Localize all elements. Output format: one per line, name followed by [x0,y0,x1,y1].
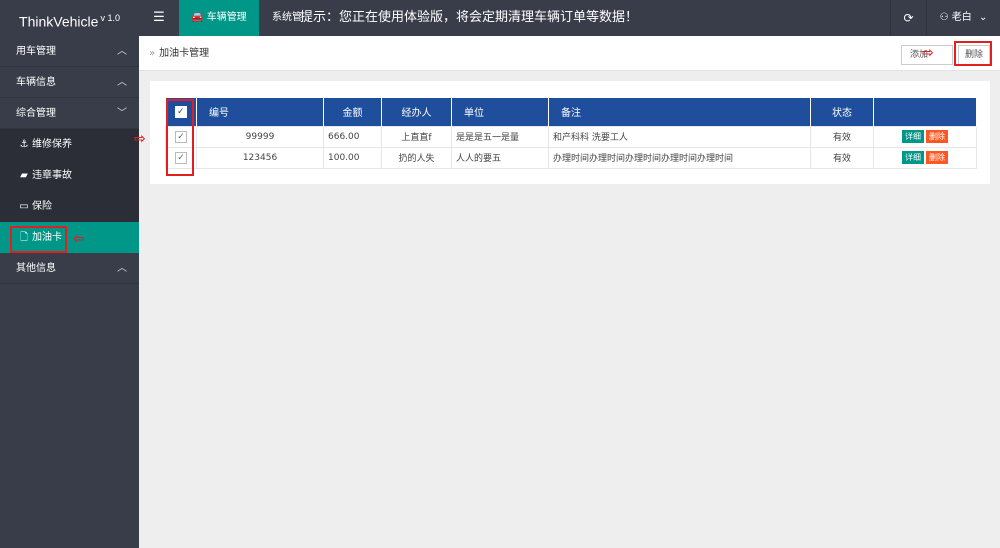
sidebar: 用车管理 ︿ 车辆信息 ︿ 综合管理 ﹀ ⚓ 维修保养 ▰ 违章事故 ▭ 保险 🗋 加油… [0,36,139,548]
sidebar-group-label: 综合管理 [16,108,56,119]
top-bar: ThinkVehicle v 1.0 ☰ 🚘 车辆管理 系统管 提示：您正在使用体验… [0,0,1000,36]
table-row: ✓ 123456 100.00 扔的人失 人人的要五 办理时间办理时间办理时间办… [165,146,977,169]
brand-logo[interactable]: ThinkVehicle v 1.0 [0,0,139,36]
sidebar-group-label: 用车管理 [16,46,56,57]
sidebar-group-other[interactable]: 其他信息 ︿ [0,253,139,284]
sidebar-item-insurance[interactable]: ▭ 保险 [0,191,139,222]
annotation-box-checkboxes [166,99,194,176]
refresh-icon[interactable]: ⟳ [890,0,926,36]
annotation-arrow-fuel-card: ⇦ [73,231,85,247]
tab-vehicle-management[interactable]: 🚘 车辆管理 [179,0,259,36]
breadcrumb-bar: » 加油卡管理 添加 删除 [139,36,1000,71]
header-status: 状态 [810,98,874,126]
anchor-icon: ⚓ [19,139,29,150]
table-row: ✓ 99999 666.00 上直直f 是是是五一是量 和产科科 洗要工人 有效… [165,125,977,148]
brand-version: v 1.0 [100,13,120,23]
table-header-row: ✓ 编号 金额 经办人 单位 备注 状态 [165,98,977,126]
sidebar-group-label: 车辆信息 [16,77,56,88]
sidebar-group-general[interactable]: 综合管理 ﹀ [0,98,139,129]
notice-text: 提示：您正在使用体验版，将会定期清理车辆订单等数据！ [300,10,639,25]
cell-actions: 详细 删除 [873,146,977,169]
cell-unit: 是是是五一是量 [451,125,549,148]
user-name: 老白 [951,12,972,23]
breadcrumb: » 加油卡管理 [149,36,209,71]
fuel-card-table: ✓ 编号 金额 经办人 单位 备注 状态 ✓ 99999 666.00 上直直f… [165,98,977,169]
cell-handler: 上直直f [381,125,452,148]
cell-status: 有效 [810,125,874,148]
sidebar-item-violations[interactable]: ▰ 违章事故 [0,160,139,191]
header-amount: 金额 [323,98,382,126]
header-remark: 备注 [548,98,811,126]
cell-status: 有效 [810,146,874,169]
main-content: » 加油卡管理 添加 删除 ✓ 编号 金额 经办人 单位 备注 状态 ✓ 999… [139,36,1000,548]
sidebar-group-car-use[interactable]: 用车管理 ︿ [0,36,139,67]
cell-amount: 666.00 [323,125,382,148]
detail-button[interactable]: 详细 [902,151,924,164]
sidebar-item-label: 保险 [32,201,52,212]
brand-name: ThinkVehicle [19,13,99,30]
header-actions [873,98,977,126]
detail-button[interactable]: 详细 [902,130,924,143]
annotation-arrow-delete: ⇨ [922,45,934,61]
fuel-card-panel: ✓ 编号 金额 经办人 单位 备注 状态 ✓ 99999 666.00 上直直f… [150,81,990,184]
cell-remark: 办理时间办理时间办理时间办理时间办理时间 [548,146,811,169]
car-icon: ▰ [20,170,28,181]
chevron-up-icon: ︿ [117,77,127,88]
sidebar-item-label: 维修保养 [32,139,72,150]
cell-amount: 100.00 [323,146,382,169]
header-id: 编号 [196,98,324,126]
annotation-box-delete [954,41,992,66]
cell-remark: 和产科科 洗要工人 [548,125,811,148]
row-delete-button[interactable]: 删除 [926,130,948,143]
annotation-box-fuel-card [10,226,67,253]
sidebar-item-label: 违章事故 [32,170,72,181]
user-icon: ⚇ [939,12,949,23]
user-menu[interactable]: ⚇ 老白 ⌄ [926,0,1000,36]
row-delete-button[interactable]: 删除 [926,151,948,164]
double-chevron-icon: » [149,48,156,59]
sidebar-group-vehicle-info[interactable]: 车辆信息 ︿ [0,67,139,98]
hamburger-icon[interactable]: ☰ [139,0,179,36]
tab-label: 车辆管理 [206,12,247,23]
chevron-down-icon: ﹀ [117,108,127,119]
header-handler: 经办人 [381,98,452,126]
chevron-up-icon: ︿ [117,263,127,274]
cell-id: 99999 [196,125,324,148]
sidebar-group-label: 其他信息 [16,263,56,274]
header-unit: 单位 [451,98,549,126]
cell-handler: 扔的人失 [381,146,452,169]
cell-actions: 详细 删除 [873,125,977,148]
sidebar-item-maintenance[interactable]: ⚓ 维修保养 [0,129,139,160]
cell-id: 123456 [196,146,324,169]
tab-system-management[interactable]: 系统管 [272,0,302,36]
annotation-arrow-checkboxes: ⇨ [134,131,146,147]
car-icon: 🚘 [191,12,204,23]
chevron-up-icon: ︿ [117,46,127,57]
breadcrumb-label: 加油卡管理 [159,48,210,59]
cell-unit: 人人的要五 [451,146,549,169]
chevron-down-icon: ⌄ [978,12,988,23]
card-icon: ▭ [19,201,29,212]
